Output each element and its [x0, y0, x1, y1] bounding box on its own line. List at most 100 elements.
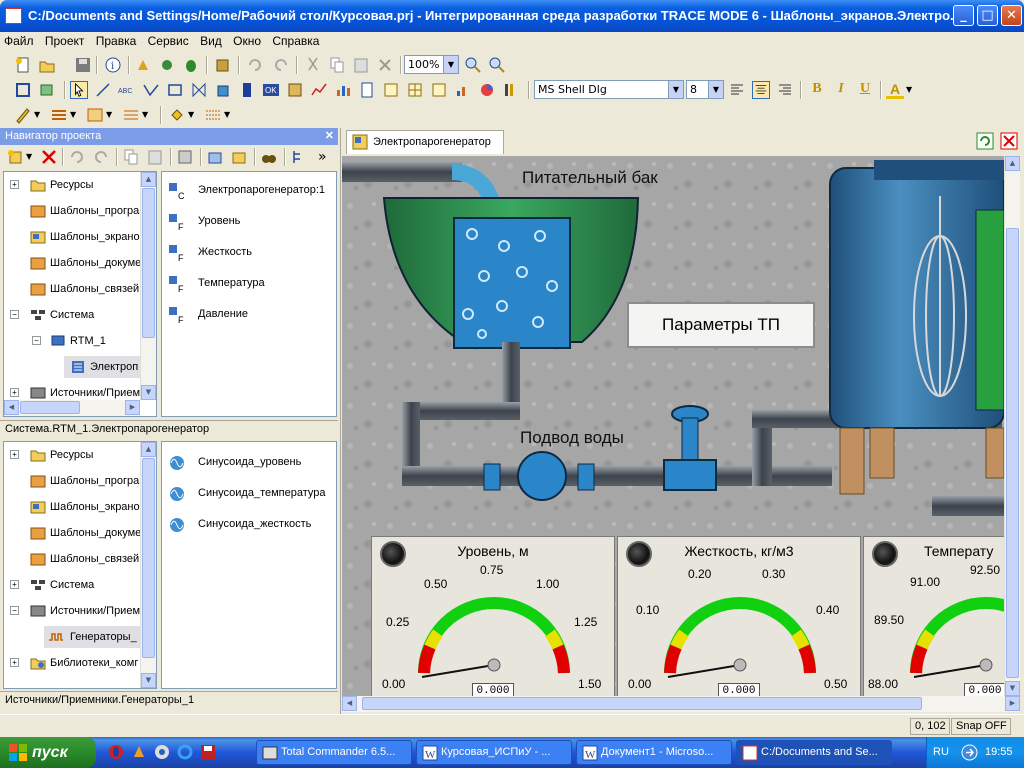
bowtie-tool-icon[interactable] — [190, 81, 208, 99]
line-style-icon[interactable] — [122, 106, 140, 124]
scroll-thumb[interactable] — [1006, 228, 1019, 678]
create-icon[interactable] — [6, 148, 24, 166]
tree-item-resources[interactable]: + Ресурсы — [4, 444, 140, 466]
refresh-icon[interactable] — [976, 132, 994, 150]
fill-pattern-icon[interactable] — [86, 106, 104, 124]
scroll-right-icon[interactable]: ▶ — [125, 400, 140, 415]
close-icon[interactable]: ✕ — [325, 128, 334, 145]
graphic-canvas[interactable]: Питательный бак Подвод воды Параметры ТП… — [342, 156, 1004, 696]
rectangle-tool-icon[interactable] — [166, 81, 184, 99]
scroll-left-icon[interactable]: ◀ — [4, 400, 19, 415]
fit-icon[interactable] — [14, 81, 32, 99]
tree-item-screen-templates[interactable]: Шаблоны_экрано — [4, 226, 140, 248]
align-center-icon[interactable] — [752, 81, 770, 99]
trend-tool-icon[interactable] — [310, 81, 328, 99]
floppy-icon[interactable] — [200, 744, 216, 760]
cut-icon[interactable] — [304, 56, 322, 74]
scroll-up-icon[interactable]: ▲ — [141, 172, 156, 187]
line-width-icon[interactable] — [50, 106, 68, 124]
internet-explorer-icon[interactable] — [177, 744, 193, 760]
canvas-vertical-scrollbar[interactable]: ▲ ▼ — [1004, 156, 1020, 696]
delete-icon[interactable] — [376, 56, 394, 74]
library-cube-icon[interactable] — [214, 56, 232, 74]
tree-item-resources[interactable]: + Ресурсы — [4, 174, 140, 196]
menu-project[interactable]: Проект — [41, 32, 89, 51]
collapse-icon[interactable]: − — [10, 606, 19, 615]
histogram-tool-icon[interactable] — [334, 81, 352, 99]
winamp-icon[interactable] — [131, 744, 147, 760]
layers-icon[interactable] — [38, 81, 56, 99]
zoom-select[interactable]: 100% ▼ — [404, 55, 459, 74]
tree-item-screen-templates[interactable]: Шаблоны_экрано — [4, 496, 140, 518]
fill-color-icon[interactable] — [168, 106, 186, 124]
collapse-icon[interactable]: − — [10, 310, 19, 319]
menu-window[interactable]: Окно — [229, 32, 265, 51]
vertical-scrollbar[interactable]: ▲ ▼ — [140, 172, 156, 400]
network-icon[interactable] — [961, 744, 978, 761]
expand-icon[interactable]: + — [10, 450, 19, 459]
run-icon[interactable] — [134, 56, 152, 74]
tree-item-program-templates[interactable]: Шаблоны_програ — [4, 470, 140, 492]
minimize-button[interactable]: _ — [953, 5, 974, 26]
menu-view[interactable]: Вид — [196, 32, 226, 51]
scroll-thumb[interactable] — [362, 697, 922, 710]
tree-item-system[interactable]: − Система — [4, 304, 140, 326]
scroll-up-icon[interactable]: ▲ — [1005, 156, 1020, 171]
collapse-icon[interactable]: − — [32, 336, 41, 345]
task-total-commander[interactable]: Total Commander 6.5... — [256, 740, 412, 765]
save-icon[interactable] — [74, 56, 92, 74]
open-icon[interactable] — [38, 56, 56, 74]
scroll-down-icon[interactable]: ▼ — [141, 673, 156, 688]
scroll-up-icon[interactable]: ▲ — [141, 442, 156, 457]
scroll-thumb[interactable] — [142, 188, 155, 338]
chart-tool-icon[interactable] — [454, 81, 472, 99]
gauge-tool-icon[interactable] — [502, 81, 520, 99]
line-tool-icon[interactable] — [94, 81, 112, 99]
status-snap[interactable]: Snap OFF — [951, 718, 1011, 735]
expand-icon[interactable]: + — [10, 180, 19, 189]
table-tool-icon[interactable] — [382, 81, 400, 99]
menu-service[interactable]: Сервис — [144, 32, 193, 51]
zoom-out-icon[interactable] — [488, 56, 506, 74]
debug-bug-icon[interactable] — [182, 56, 200, 74]
align-left-icon[interactable] — [728, 81, 746, 99]
redo-icon[interactable] — [92, 148, 110, 166]
indicator-tool-icon[interactable] — [286, 81, 304, 99]
text-tool-icon[interactable]: ABC — [118, 81, 136, 99]
process-parameters-button[interactable]: Параметры ТП — [627, 302, 815, 348]
info-icon[interactable]: i — [104, 56, 122, 74]
tree-item-system[interactable]: + Система — [4, 574, 140, 596]
tab-electro[interactable]: Электропарогенератор — [346, 130, 504, 154]
font-color-button[interactable]: A — [886, 81, 904, 99]
align-right-icon[interactable] — [776, 81, 794, 99]
expand-icon[interactable]: + — [10, 388, 19, 397]
close-document-icon[interactable] — [1000, 132, 1018, 150]
expand-icon[interactable]: + — [10, 658, 19, 667]
delete-red-icon[interactable] — [40, 148, 58, 166]
menu-edit[interactable]: Правка — [92, 32, 141, 51]
scroll-down-icon[interactable]: ▼ — [1005, 681, 1020, 696]
menu-file[interactable]: Файл — [0, 32, 38, 51]
tree-item-link-templates[interactable]: Шаблоны_связей — [4, 548, 140, 570]
grid-tool-icon[interactable] — [406, 81, 424, 99]
export-icon[interactable] — [206, 148, 224, 166]
tree-item-generators-selected[interactable]: Генераторы_ — [44, 626, 140, 648]
new-project-icon[interactable] — [14, 56, 32, 74]
undo-icon[interactable] — [68, 148, 86, 166]
pointer-icon[interactable] — [70, 81, 88, 99]
chevron-down-icon[interactable]: ▼ — [224, 106, 242, 124]
close-button[interactable]: ✕ — [1001, 5, 1022, 26]
tree-item-sources[interactable]: − Источники/Прием — [4, 600, 140, 622]
expand-icon[interactable]: + — [10, 580, 19, 589]
bold-button[interactable]: B — [808, 81, 826, 99]
horizontal-scrollbar[interactable]: ◀ ▶ — [4, 400, 140, 416]
redo-icon[interactable] — [272, 56, 290, 74]
report-tool-icon[interactable] — [430, 81, 448, 99]
tree-item-rtm1[interactable]: − RTM_1 — [4, 330, 140, 352]
language-indicator[interactable]: RU — [933, 737, 949, 768]
scroll-down-icon[interactable]: ▼ — [141, 385, 156, 400]
menu-help[interactable]: Справка — [268, 32, 323, 51]
italic-button[interactable]: I — [832, 81, 850, 99]
paste-icon[interactable] — [352, 56, 370, 74]
font-size-select[interactable]: 8 ▼ — [686, 80, 724, 99]
